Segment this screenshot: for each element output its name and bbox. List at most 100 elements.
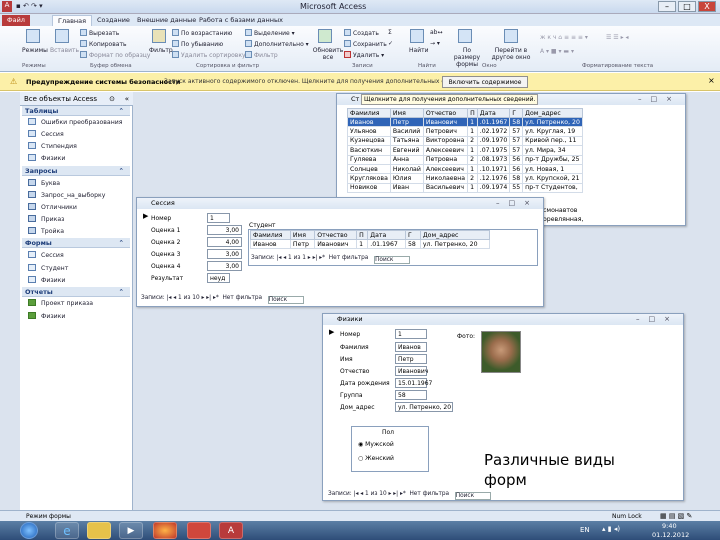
remove-sort-button[interactable]: Удалить сортировку xyxy=(172,51,246,59)
nav-item-physics-table[interactable]: Физики xyxy=(28,154,65,162)
col-name[interactable]: Имя xyxy=(389,108,424,118)
copy-button[interactable]: Копировать xyxy=(80,40,126,48)
field-patronymic[interactable]: Иванович xyxy=(395,366,428,376)
goto-icon[interactable]: → ▾ xyxy=(430,40,440,47)
nav-section-queries[interactable]: Запросы ⌃ xyxy=(22,166,130,176)
col-surname[interactable]: Фамилия xyxy=(347,108,391,118)
col-gender[interactable]: П xyxy=(467,108,478,118)
subform-search-box[interactable]: Поиск xyxy=(374,256,411,264)
nav-item-scholarship-table[interactable]: Стипендия xyxy=(28,142,77,150)
spelling-icon[interactable]: ✓ xyxy=(388,40,393,47)
col-gender[interactable]: П xyxy=(356,230,369,240)
field-grade2[interactable]: 4,00 xyxy=(207,237,242,247)
field-number[interactable]: 1 xyxy=(207,213,230,223)
refresh-icon[interactable] xyxy=(318,29,332,43)
advanced-button[interactable]: Дополнительно ▾ xyxy=(245,40,309,48)
record-selector-icon[interactable]: ▶ xyxy=(143,212,148,220)
field-name[interactable]: Петр xyxy=(395,354,427,364)
access-taskbar-icon[interactable]: A xyxy=(219,522,243,539)
col-address[interactable]: Дом_адрес xyxy=(419,230,491,240)
sort-descending-button[interactable]: По убыванию xyxy=(172,40,223,48)
physics-search-box[interactable]: Поиск xyxy=(454,492,491,500)
table-row[interactable]: Васюткин Евгений Алексеевич 1.07.1975 57 ул. … xyxy=(347,145,583,156)
nav-item-errors-table[interactable]: Ошибки преобразования xyxy=(28,118,123,126)
view-icon[interactable] xyxy=(26,29,40,43)
radio-female[interactable]: ○ Женский xyxy=(358,455,394,462)
firefox-icon[interactable] xyxy=(153,522,177,539)
selection-button[interactable]: Выделение ▾ xyxy=(245,29,295,37)
filter-icon[interactable] xyxy=(152,29,166,43)
students-window-controls[interactable]: –□× xyxy=(638,95,681,103)
table-row[interactable]: Иванов Петр Иванович 1.01.1967 58 ул. Петренк… xyxy=(250,238,491,250)
tab-home[interactable]: Главная xyxy=(52,15,93,26)
nav-collapse-icon[interactable]: « xyxy=(125,92,129,106)
tab-external-data[interactable]: Внешние данные xyxy=(132,15,201,26)
fit-to-form-button[interactable]: По размеру формы xyxy=(449,47,485,68)
new-record-button[interactable]: Создать xyxy=(344,29,379,37)
table-row[interactable]: Гуляева Анна Петровна 2.08.1973 56 пр-т Дружб… xyxy=(347,154,583,165)
minimize-button[interactable]: – xyxy=(658,1,676,12)
media-player-icon[interactable]: ▶ xyxy=(119,522,143,539)
enable-content-button[interactable]: Включить содержимое xyxy=(442,76,528,88)
list-controls[interactable]: ☰ ☰ ▸ ◂ xyxy=(606,34,629,41)
student-subform-datasheet[interactable]: Фамилия Имя Отчество П Дата Г Дом_адрес … xyxy=(250,230,491,250)
explorer-icon[interactable] xyxy=(87,522,111,539)
no-filter-indicator[interactable]: Нет фильтра xyxy=(222,295,262,301)
switch-windows-icon[interactable] xyxy=(504,29,518,43)
ie-icon[interactable]: e xyxy=(55,522,79,539)
nav-item-form-physics[interactable]: Физики xyxy=(28,276,65,284)
paste-icon[interactable] xyxy=(55,29,69,43)
radio-male[interactable]: ◉ Мужской xyxy=(358,441,394,448)
view-switch-icons[interactable]: ▦ ▤ ▧ ✎ xyxy=(660,512,692,520)
paste-button[interactable]: Вставить xyxy=(50,47,79,54)
nav-item-form-session[interactable]: Сессия xyxy=(28,251,64,259)
table-row[interactable]: Кузнецова Татьяна Викторовна 2.09.1970 57 Кри… xyxy=(347,135,583,147)
col-patronymic[interactable]: Отчество xyxy=(314,230,358,240)
filter-button[interactable]: Фильтр xyxy=(149,47,173,54)
tray-icons[interactable]: ▴ ▮ ◂) xyxy=(602,525,620,533)
cut-button[interactable]: Вырезать xyxy=(80,29,119,37)
tab-file[interactable]: Файл xyxy=(2,15,30,26)
field-grade1[interactable]: 3,00 xyxy=(207,225,242,235)
nav-section-tables[interactable]: Таблицы ⌃ xyxy=(22,106,130,116)
col-patronymic[interactable]: Отчество xyxy=(422,108,469,118)
table-row[interactable]: Новиков Иван Васильевич 1.09.1974 55 пр-т Сту… xyxy=(347,182,583,194)
session-search-box[interactable]: Поиск xyxy=(267,296,304,304)
session-record-navigator[interactable]: Записи: |◂ ◂ 1 из 10 ▸ ▸| ▸* Нет фильтра… xyxy=(141,295,304,304)
col-birthdate[interactable]: Дата xyxy=(476,108,511,118)
format-painter-button[interactable]: Формат по образцу xyxy=(80,51,150,59)
nav-item-query-order[interactable]: Приказ xyxy=(28,215,64,223)
clock-date[interactable]: 01.12.2012 xyxy=(652,531,689,539)
col-group[interactable]: Г xyxy=(509,108,524,118)
no-filter-indicator[interactable]: Нет фильтра xyxy=(329,255,369,261)
start-button[interactable] xyxy=(20,522,38,539)
table-row[interactable]: Круглякова Юлия Николаевна 2.12.1976 58 ул. К… xyxy=(347,173,583,184)
totals-icon[interactable]: Σ xyxy=(388,29,392,36)
sort-ascending-button[interactable]: По возрастанию xyxy=(172,29,232,37)
field-group[interactable]: 58 xyxy=(395,390,427,400)
maximize-button[interactable]: □ xyxy=(678,1,696,12)
nav-section-forms[interactable]: Формы ⌃ xyxy=(22,238,130,248)
col-group[interactable]: Г xyxy=(404,230,421,240)
field-address[interactable]: ул. Петренко, 20 xyxy=(395,402,453,412)
binoculars-icon[interactable] xyxy=(410,29,424,43)
nav-item-report-order-draft[interactable]: Проект приказа xyxy=(28,299,93,307)
find-button[interactable]: Найти xyxy=(409,47,428,54)
field-result[interactable]: неуд xyxy=(207,273,230,283)
font-color-controls[interactable]: A ▾ ■ ▾ ▬ ▾ xyxy=(540,48,574,55)
access-logo-icon[interactable]: A xyxy=(2,1,12,12)
table-row[interactable]: Ульянов Василий Петрович 1.02.1972 57 ул. Кру… xyxy=(347,126,583,137)
nav-item-query-select[interactable]: Запрос_на_выборку xyxy=(28,191,105,199)
close-message-bar-icon[interactable]: × xyxy=(708,76,715,85)
students-datasheet[interactable]: Фамилия Имя Отчество П Дата Г Дом_адрес … xyxy=(347,108,583,194)
record-selector-icon[interactable]: ▶ xyxy=(329,328,334,336)
table-row[interactable]: Иванов Петр Иванович 1.01.1967 58 ул. Петренк… xyxy=(347,116,583,128)
nav-item-report-physics[interactable]: Физики xyxy=(28,312,65,320)
nav-item-form-student[interactable]: Студент xyxy=(28,264,68,272)
clock-time[interactable]: 9:40 xyxy=(662,522,677,530)
toggle-filter-button[interactable]: Фильтр xyxy=(245,51,278,59)
nav-item-query-honors[interactable]: Отличники xyxy=(28,203,77,211)
physics-record-navigator[interactable]: Записи: |◂ ◂ 1 из 10 ▸ ▸| ▸* Нет фильтра… xyxy=(328,491,491,500)
col-surname[interactable]: Фамилия xyxy=(250,230,291,240)
tab-create[interactable]: Создание xyxy=(92,15,135,26)
